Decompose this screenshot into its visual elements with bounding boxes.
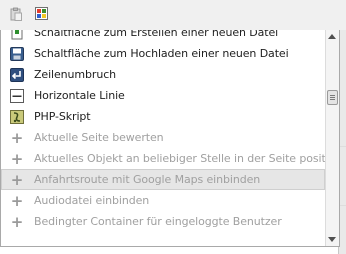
menu-item-position-object[interactable]: + Aktuelles Objekt an beliebiger Stelle … [1,148,325,169]
new-file-button-icon [10,30,24,40]
menu-item-audio-file[interactable]: + Audiodatei einbinden [1,190,325,211]
menu-item-upload-file-button[interactable]: Schaltfläche zum Hochladen einer neuen D… [1,43,325,64]
plus-icon: + [10,149,24,168]
scroll-down-arrow-icon[interactable] [328,237,336,242]
editor-toolbar [0,0,346,30]
menu-item-label: Aktuelles Objekt an beliebiger Stelle in… [34,152,325,165]
scrollbar-thumb[interactable] [327,90,338,105]
paste-button[interactable] [6,5,26,25]
paste-icon [9,7,23,24]
color-button[interactable] [31,5,51,25]
plus-icon: + [10,191,24,210]
menu-item-label: Schaltfläche zum Hochladen einer neuen D… [34,47,289,60]
menu-item-rate-page[interactable]: + Aktuelle Seite bewerten [1,127,325,148]
scroll-up-arrow-icon[interactable] [328,34,336,39]
menu-item-php-script[interactable]: PHP-Skript [1,106,325,127]
menu-scrollbar[interactable] [325,30,339,246]
upload-file-button-icon [10,46,24,61]
insert-dropdown-menu: Schaltfläche zum Erstellen einer neuen D… [0,30,340,247]
menu-item-label: Zeilenumbruch [34,68,117,81]
menu-item-conditional-container[interactable]: + Bedingter Container für eingeloggte Be… [1,211,325,232]
horizontal-line-icon [10,88,24,103]
menu-item-label: Bedingter Container für eingeloggte Benu… [34,215,282,228]
line-break-icon [10,67,24,82]
menu-item-horizontal-line[interactable]: Horizontale Linie [1,85,325,106]
menu-item-line-break[interactable]: Zeilenumbruch [1,64,325,85]
menu-list: Schaltfläche zum Erstellen einer neuen D… [1,30,325,232]
menu-item-label: PHP-Skript [34,110,91,123]
menu-item-label: Anfahrtsroute mit Google Maps einbinden [34,173,261,186]
php-script-icon [10,109,24,124]
color-palette-icon [34,7,48,23]
menu-item-label: Audiodatei einbinden [34,194,150,207]
plus-icon: + [10,128,24,147]
menu-item-label: Schaltfläche zum Erstellen einer neuen D… [34,30,279,39]
menu-item-label: Aktuelle Seite bewerten [34,131,164,144]
menu-item-label: Horizontale Linie [34,89,125,102]
menu-item-new-file-button[interactable]: Schaltfläche zum Erstellen einer neuen D… [1,30,325,43]
plus-icon: + [10,212,24,231]
plus-icon: + [10,170,24,189]
menu-item-google-maps-route[interactable]: + Anfahrtsroute mit Google Maps einbinde… [1,169,325,190]
